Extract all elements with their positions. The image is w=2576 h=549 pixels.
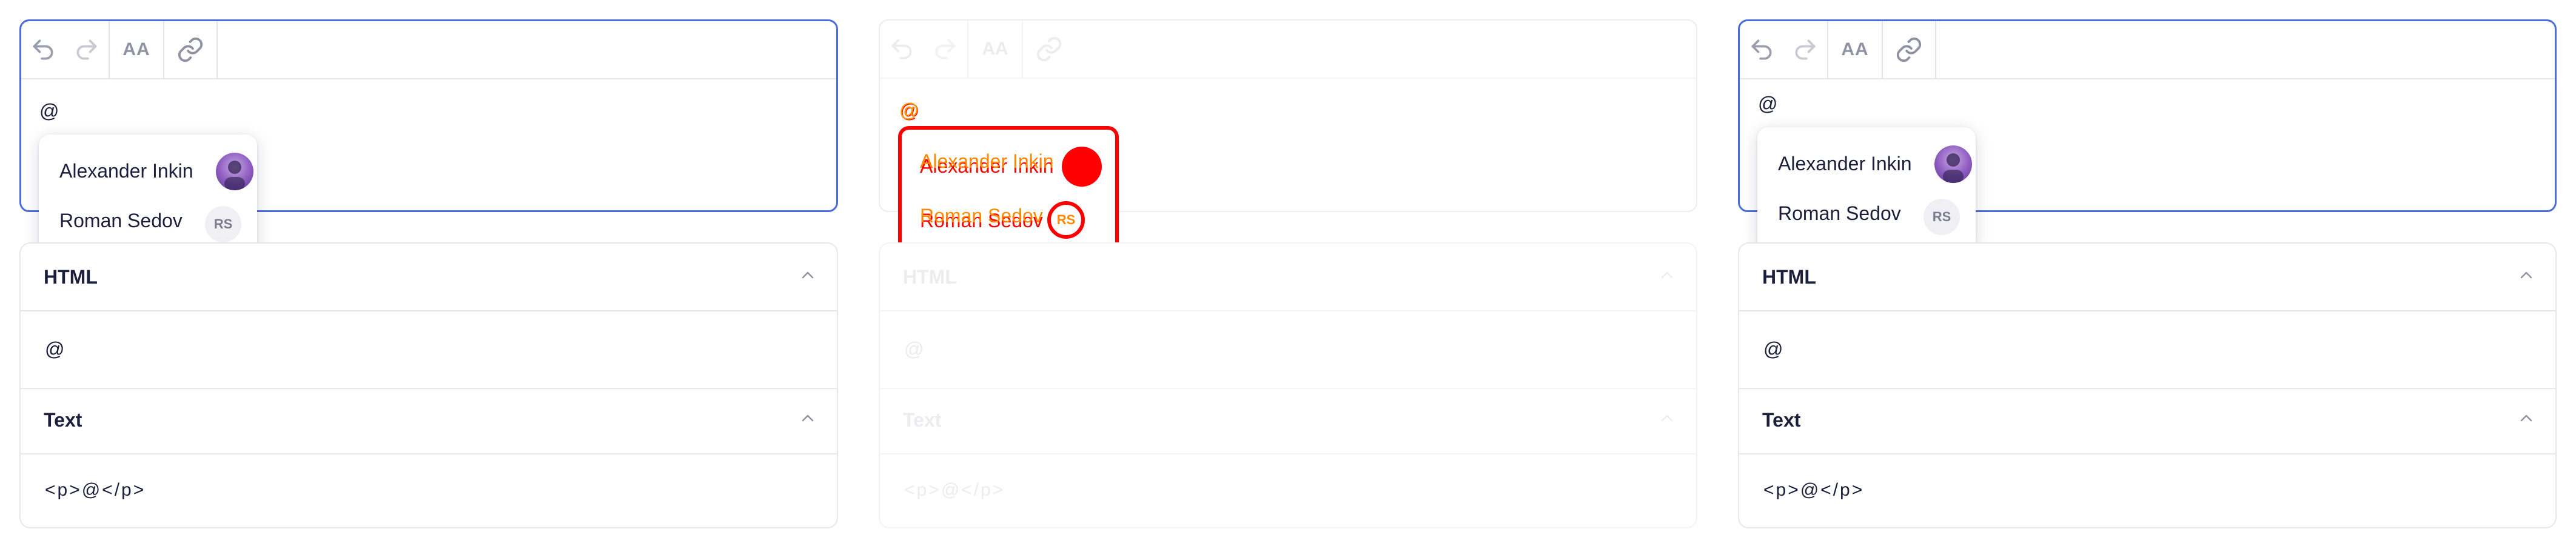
diff-editor-content: @ <box>899 99 919 121</box>
font-size-button[interactable]: AA <box>110 21 163 78</box>
mention-option[interactable]: Alexander Inkin <box>59 150 193 191</box>
section-title: Text <box>1762 408 1801 431</box>
chevron-up-icon <box>802 271 814 279</box>
avatar-initials: RS <box>1924 199 1960 235</box>
undo-icon <box>33 39 53 60</box>
redo-icon <box>935 39 956 59</box>
link-button[interactable] <box>1883 21 1935 78</box>
editor-toolbar: AA <box>880 21 1696 79</box>
undo-button[interactable] <box>1740 21 1783 78</box>
text-output: <p>@</p> <box>21 453 837 530</box>
section-header-text[interactable]: Text <box>21 387 837 453</box>
font-size-button: AA <box>968 21 1022 78</box>
section-title: Text <box>903 408 942 431</box>
section-title: HTML <box>44 265 98 288</box>
output-card: HTML @ Text <p>@</p> <box>879 242 1697 528</box>
toolbar-divider <box>216 21 218 78</box>
link-icon <box>1896 37 1922 62</box>
section-title: HTML <box>903 265 957 288</box>
diff-mention-dropdown: Alexander Inkin Roman Sedov RS <box>898 126 1119 259</box>
text-output: <p>@</p> <box>1739 453 2555 530</box>
text-value: <p>@</p> <box>1763 480 1865 500</box>
redo-icon <box>76 39 97 60</box>
undo-button <box>880 21 924 78</box>
text-output: <p>@</p> <box>880 453 1696 530</box>
editor-content[interactable]: @ <box>1758 93 1777 115</box>
section-header-html: HTML <box>880 244 1696 310</box>
section-header-text: Text <box>880 387 1696 453</box>
output-card: HTML @ Text <p>@</p> <box>1738 242 2557 528</box>
chevron-up-icon <box>802 414 814 422</box>
mention-option[interactable]: Roman Sedov <box>59 200 183 241</box>
font-size-icon: AA <box>982 39 1008 59</box>
chevron-up-icon <box>1661 271 1673 279</box>
redo-button[interactable] <box>1783 21 1827 78</box>
mention-name: Alexander Inkin <box>1778 152 1912 175</box>
mention-dropdown: Alexander Inkin Roman Sedov RS <box>1757 127 1976 252</box>
redo-button <box>924 21 967 78</box>
font-size-button[interactable]: AA <box>1828 21 1882 78</box>
chevron-up-icon <box>1661 414 1673 422</box>
text-value: <p>@</p> <box>45 480 146 500</box>
chevron-up-icon <box>2520 414 2532 422</box>
text-value: <p>@</p> <box>904 480 1005 500</box>
html-value: @ <box>45 338 65 360</box>
editor-panel-right: AA @ Alexander Inkin Roman Sedov RS HTML… <box>1738 0 2557 549</box>
section-header-text[interactable]: Text <box>1739 387 2555 453</box>
html-value: @ <box>1763 338 1783 360</box>
undo-button[interactable] <box>21 21 65 78</box>
section-header-html[interactable]: HTML <box>21 244 837 310</box>
section-title: HTML <box>1762 265 1816 288</box>
editor-panel-left: AA @ Alexander Inkin Roman Sedov RS HTML… <box>19 0 838 549</box>
html-output: @ <box>880 310 1696 389</box>
html-value: @ <box>904 338 924 360</box>
editor-content[interactable]: @ <box>39 100 59 122</box>
diff-avatar <box>1062 147 1102 187</box>
avatar <box>216 153 253 190</box>
redo-button[interactable] <box>65 21 109 78</box>
link-icon <box>178 37 203 62</box>
html-output: @ <box>21 310 837 389</box>
mention-name: Roman Sedov <box>920 204 1043 227</box>
link-icon <box>1036 36 1062 62</box>
chevron-up-icon <box>2520 271 2532 279</box>
editor-toolbar: AA <box>21 21 836 79</box>
link-button[interactable] <box>164 21 216 78</box>
mention-option[interactable]: Roman Sedov <box>1778 193 1901 234</box>
html-output: @ <box>1739 310 2555 389</box>
mention-dropdown: Alexander Inkin Roman Sedov RS <box>39 135 257 259</box>
link-button <box>1023 21 1075 78</box>
mention-name: Roman Sedov <box>59 209 183 231</box>
avatar-initials: RS <box>205 206 241 242</box>
font-size-icon: AA <box>1841 39 1869 59</box>
diff-avatar-initials: RS <box>1047 201 1085 239</box>
mention-name: Roman Sedov <box>1778 202 1901 224</box>
editor-toolbar: AA <box>1740 21 2555 79</box>
undo-icon <box>891 39 912 59</box>
output-card: HTML @ Text <p>@</p> <box>19 242 838 528</box>
diff-mention-option: Alexander Inkin <box>920 141 1054 182</box>
mention-option[interactable]: Alexander Inkin <box>1778 143 1912 184</box>
section-title: Text <box>44 408 82 431</box>
editor-panel-diff: AA @ Alexander Inkin Roman Sedov RS HTML… <box>879 0 1697 549</box>
section-header-html[interactable]: HTML <box>1739 244 2555 310</box>
mention-name: Alexander Inkin <box>920 150 1054 172</box>
redo-icon <box>1795 39 1816 60</box>
diff-mention-option: Roman Sedov <box>920 195 1043 236</box>
font-size-icon: AA <box>122 39 150 59</box>
undo-icon <box>1751 39 1772 60</box>
avatar <box>1934 145 1972 183</box>
toolbar-divider <box>1935 21 1936 78</box>
mention-name: Alexander Inkin <box>59 159 193 182</box>
